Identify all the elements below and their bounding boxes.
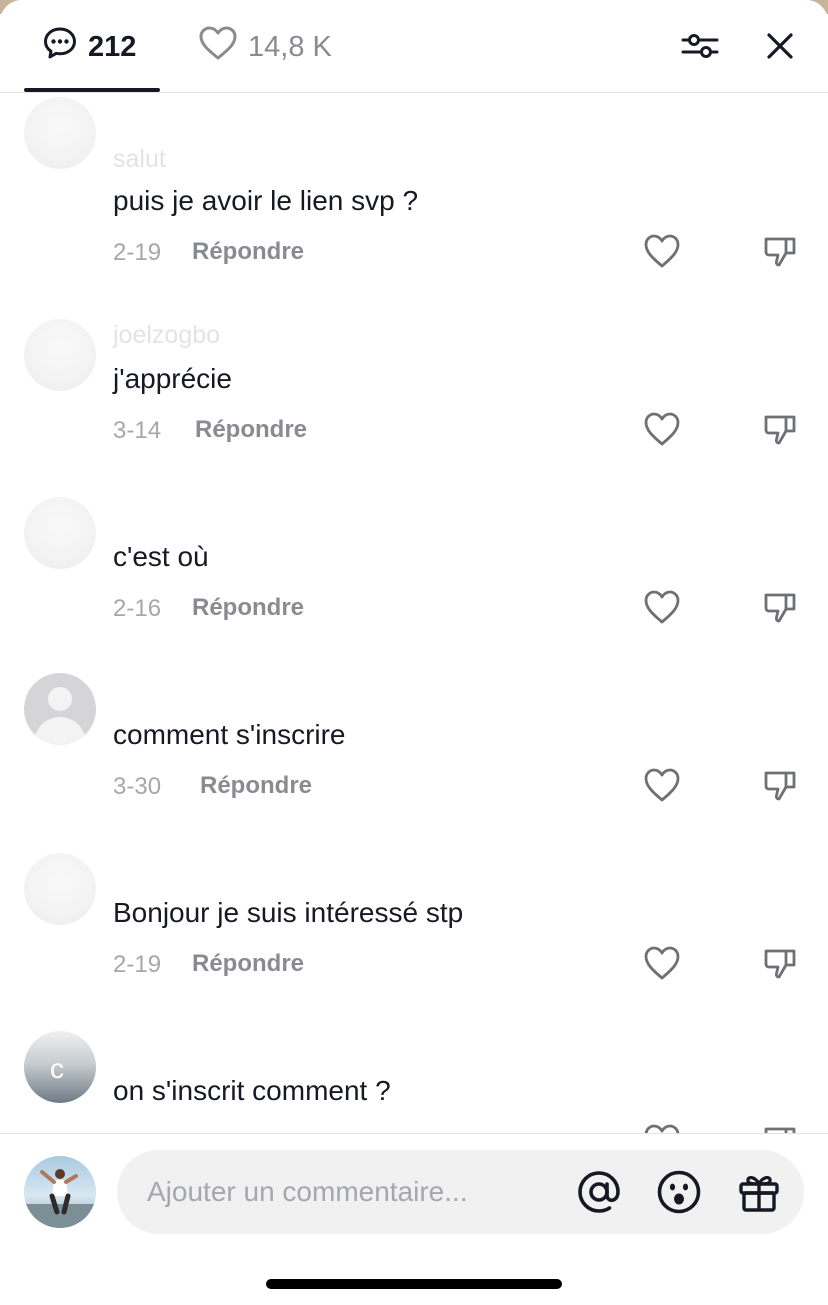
comment-date: 3-14 bbox=[113, 417, 162, 444]
comments-sheet: 212 14,8 K salut puis je avoir le lien s… bbox=[0, 0, 828, 1305]
avatar[interactable] bbox=[24, 853, 96, 925]
comment-text: Bonjour je suis intéressé stp bbox=[113, 897, 464, 928]
avatar[interactable]: c bbox=[24, 1031, 96, 1103]
comment-text: on s'inscrit comment ? bbox=[113, 1075, 391, 1106]
dislike-icon[interactable] bbox=[762, 411, 798, 447]
filter-sliders-icon[interactable] bbox=[680, 26, 720, 66]
comment-text: comment s'inscrire bbox=[113, 719, 346, 750]
active-tab-indicator bbox=[24, 88, 160, 92]
tab-likes[interactable]: 14,8 K bbox=[198, 24, 332, 70]
comment-item: Bonjour je suis intéressé stp 2-19 Répon… bbox=[0, 805, 828, 983]
comment-date: 3-30 bbox=[113, 773, 162, 800]
close-icon[interactable] bbox=[760, 26, 800, 66]
comment-item: salut puis je avoir le lien svp ? 2-19 R… bbox=[0, 93, 828, 271]
likes-count: 14,8 K bbox=[248, 30, 332, 63]
comment-composer-bar bbox=[0, 1133, 828, 1305]
home-indicator bbox=[266, 1279, 562, 1289]
avatar-head-shape bbox=[48, 687, 72, 711]
comment-item: comment s'inscrire 3-30 Répondre bbox=[0, 627, 828, 805]
comment-date: 2-19 bbox=[113, 951, 162, 978]
dislike-icon[interactable] bbox=[762, 233, 798, 269]
heart-outline-icon[interactable] bbox=[643, 1123, 681, 1133]
reply-button[interactable]: Répondre bbox=[192, 594, 304, 622]
reply-button[interactable]: Répondre bbox=[192, 238, 304, 266]
comment-date: 2-16 bbox=[113, 595, 162, 622]
gift-icon[interactable] bbox=[735, 1168, 783, 1216]
dislike-icon[interactable] bbox=[762, 1123, 798, 1133]
comment-bubble-icon bbox=[42, 25, 78, 69]
comment-username[interactable]: joelzogbo bbox=[113, 321, 220, 350]
comment-text: puis je avoir le lien svp ? bbox=[113, 185, 419, 216]
avatar[interactable] bbox=[24, 97, 96, 169]
my-avatar[interactable] bbox=[24, 1156, 96, 1228]
mention-at-icon[interactable] bbox=[575, 1168, 623, 1216]
avatar-body-shape bbox=[34, 717, 86, 745]
heart-outline-icon bbox=[198, 25, 238, 69]
heart-outline-icon[interactable] bbox=[643, 945, 681, 981]
dislike-icon[interactable] bbox=[762, 767, 798, 803]
heart-outline-icon[interactable] bbox=[643, 233, 681, 269]
comment-text: c'est où bbox=[113, 541, 209, 572]
heart-outline-icon[interactable] bbox=[643, 767, 681, 803]
avatar[interactable] bbox=[24, 673, 96, 745]
heart-outline-icon[interactable] bbox=[643, 411, 681, 447]
heart-outline-icon[interactable] bbox=[643, 589, 681, 625]
comments-header: 212 14,8 K bbox=[0, 0, 828, 93]
reply-button[interactable]: Répondre bbox=[195, 416, 307, 444]
reply-button[interactable]: Répondre bbox=[192, 950, 304, 978]
comments-list[interactable]: salut puis je avoir le lien svp ? 2-19 R… bbox=[0, 93, 828, 1133]
comment-input-container bbox=[117, 1150, 804, 1234]
comment-input[interactable] bbox=[147, 1150, 547, 1234]
comments-count: 212 bbox=[88, 30, 137, 63]
reply-button[interactable]: Répondre bbox=[200, 772, 312, 800]
comment-username[interactable]: salut bbox=[113, 145, 166, 174]
avatar[interactable] bbox=[24, 319, 96, 391]
tab-comments[interactable]: 212 bbox=[42, 24, 136, 70]
avatar-letter: c bbox=[50, 1053, 64, 1084]
comment-text: j'apprécie bbox=[113, 363, 232, 394]
dislike-icon[interactable] bbox=[762, 945, 798, 981]
avatar[interactable] bbox=[24, 497, 96, 569]
comment-item: c'est où 2-16 Répondre bbox=[0, 449, 828, 627]
emoji-icon[interactable] bbox=[655, 1168, 703, 1216]
dislike-icon[interactable] bbox=[762, 589, 798, 625]
comment-item: c on s'inscrit comment ? bbox=[0, 983, 828, 1133]
comment-item: joelzogbo j'apprécie 3-14 Répondre bbox=[0, 271, 828, 449]
comment-date: 2-19 bbox=[113, 239, 162, 266]
